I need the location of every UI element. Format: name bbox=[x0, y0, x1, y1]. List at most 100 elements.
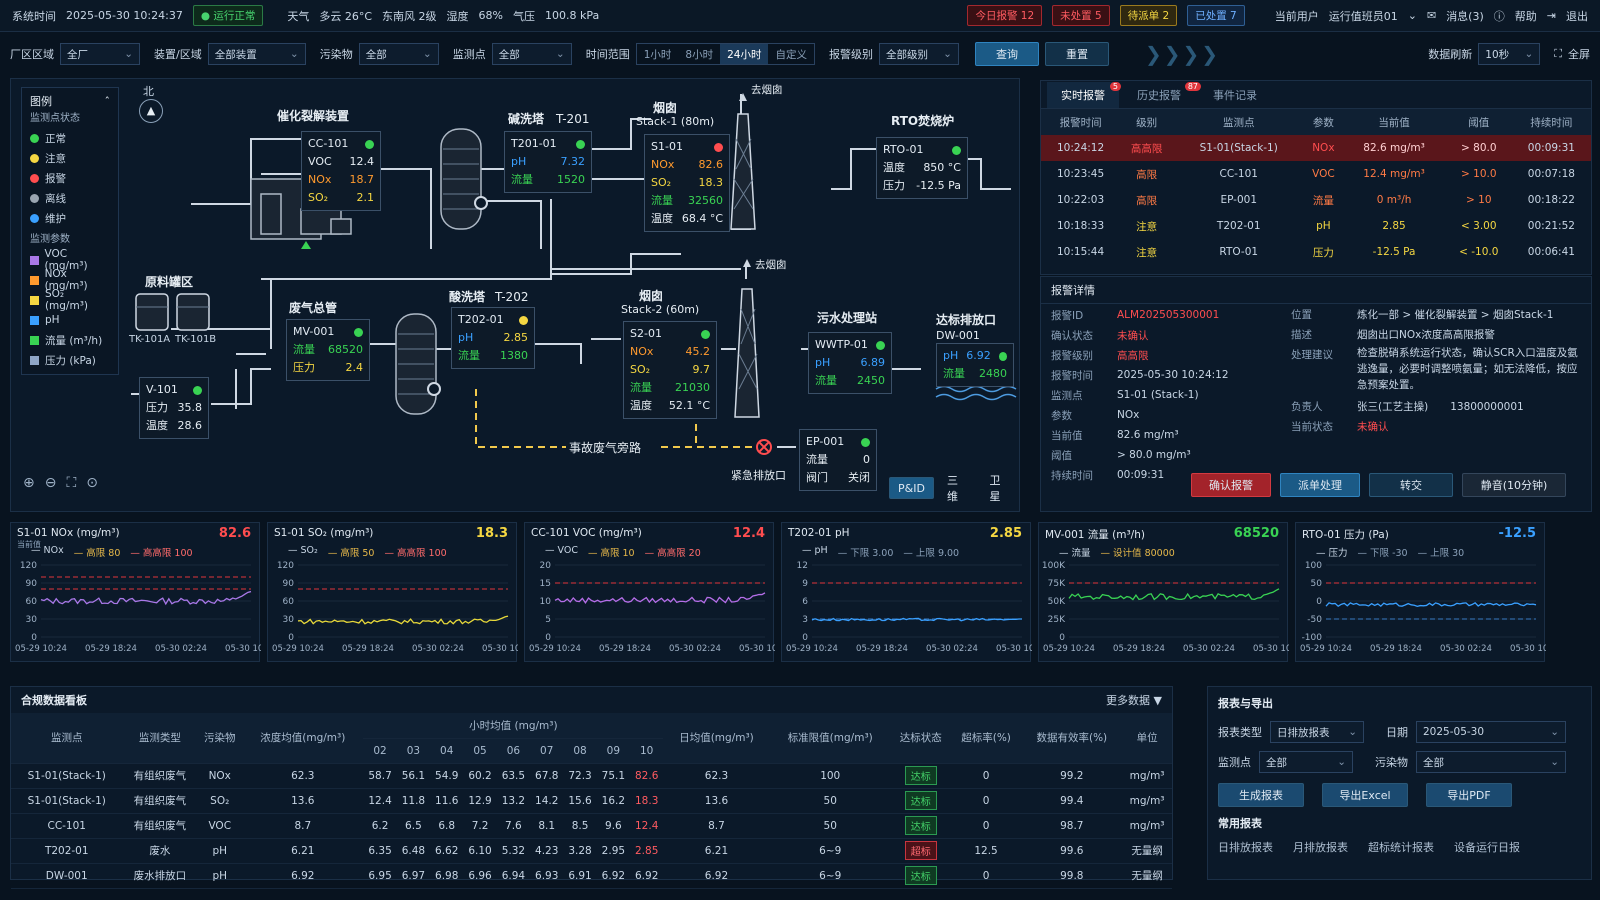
param: 温度 bbox=[146, 419, 168, 432]
alarm-row[interactable]: 10:22:03 高限 EP-001 流量 0 m³/h > 10 00:18:22 bbox=[1041, 187, 1591, 213]
table-row[interactable]: S1-01(Stack-1) 有组织废气 NOx 62.3 58.7 56.1 54.9 60… bbox=[11, 763, 1172, 789]
instrument-mv001[interactable]: MV-001 流量 68520 压力 2.4 bbox=[286, 319, 370, 381]
cell: 6.92 bbox=[242, 863, 364, 889]
table-row[interactable]: DW-001 废水排放口 pH 6.92 6.95 6.97 6.98 6.96 6.94 6.9… bbox=[11, 863, 1172, 889]
zoom-in-icon[interactable]: ⊕ bbox=[23, 475, 35, 491]
instrument-cc101[interactable]: CC-101 VOC 12.4 NOx 18.7 SO₂ 2.1 bbox=[301, 131, 381, 211]
fullscreen-icon[interactable]: ⛶ bbox=[1554, 47, 1562, 61]
reset-button[interactable]: 重置 bbox=[1044, 42, 1109, 66]
alarm-row[interactable]: 10:18:33 注意 T202-01 pH 2.85 < 3.00 00:21:52 bbox=[1041, 213, 1591, 239]
report-link-equipment[interactable]: 设备运行日报 bbox=[1454, 839, 1520, 855]
trend-legend-item: — 流量 bbox=[1059, 548, 1091, 559]
date-input[interactable]: 2025-05-30 bbox=[1416, 721, 1566, 743]
y-tick-label: 0 bbox=[1316, 597, 1322, 607]
user-menu[interactable]: 运行值班员01 bbox=[1329, 8, 1398, 24]
col-header: 浓度均值(mg/m³) bbox=[242, 713, 364, 764]
report-title: 报表与导出 bbox=[1218, 697, 1273, 710]
instrument-v101[interactable]: V-101 压力 35.8 温度 28.6 bbox=[139, 377, 209, 439]
instrument-dw001[interactable]: pH 6.92 流量 2480 bbox=[936, 343, 1014, 387]
instrument-wwtp01[interactable]: WWTP-01 pH 6.89 流量 2450 bbox=[808, 332, 892, 394]
search-zoom-icon[interactable]: ⊙ bbox=[86, 475, 98, 491]
transfer-button[interactable]: 转交 bbox=[1369, 473, 1453, 497]
alarm-today-badge[interactable]: 今日报警 12 bbox=[967, 5, 1043, 26]
tab-event-log[interactable]: 事件记录 bbox=[1199, 82, 1271, 108]
value: 52.1 °C bbox=[668, 399, 710, 412]
export-excel-button[interactable]: 导出Excel bbox=[1322, 783, 1408, 807]
alarm-cell: 高高限 bbox=[1130, 142, 1163, 155]
alarm-table: 报警时间 级别 监测点 参数 当前值 阈值 持续时间 10:24:12 高高限 S1-01(St… bbox=[1041, 109, 1591, 265]
trend-chart[interactable]: CC-101 VOC (mg/m³) 12.4 — VOC — 高限 10 — 高高限 … bbox=[524, 522, 775, 662]
y-tick-label: 15 bbox=[540, 579, 551, 589]
fullscreen-button[interactable]: 全屏 bbox=[1568, 46, 1590, 62]
instrument-rto01[interactable]: RTO-01 温度 850 °C 压力 -12.5 Pa bbox=[876, 137, 968, 199]
zoom-out-icon[interactable]: ⊖ bbox=[45, 475, 57, 491]
value: 21030 bbox=[675, 381, 710, 394]
time-1h[interactable]: 1小时 bbox=[637, 44, 679, 64]
detail-field-value: ALM202505300001 bbox=[1117, 309, 1220, 321]
messages-link[interactable]: 消息(3) bbox=[1446, 8, 1484, 24]
dispatch-button[interactable]: 派单处理 bbox=[1280, 473, 1360, 497]
param: 阀门 bbox=[806, 471, 828, 484]
tab-history-alarm[interactable]: 历史报警 87 bbox=[1123, 81, 1201, 108]
alarm-row[interactable]: 10:24:12 高高限 S1-01(Stack-1) NOx 82.6 mg/m³ > … bbox=[1041, 135, 1591, 161]
instrument-s101[interactable]: S1-01 NOx 82.6 SO₂ 18.3 流量 32560 温度 68.4 °C bbox=[644, 134, 730, 232]
report-type-select[interactable]: 日排放报表 bbox=[1270, 721, 1364, 743]
table-row[interactable]: CC-101 有组织废气 VOC 8.7 6.2 6.5 6.8 7.2 7.6 8.1 8.5 9.… bbox=[11, 813, 1172, 839]
tab-realtime-alarm[interactable]: 实时报警 5 bbox=[1047, 81, 1121, 108]
time-24h[interactable]: 24小时 bbox=[720, 44, 769, 64]
chevron-down-icon[interactable]: ⌄ bbox=[1408, 9, 1417, 22]
alarm-row[interactable]: 10:15:44 注意 RTO-01 压力 -12.5 Pa < -10.0 00:06:4… bbox=[1041, 239, 1591, 265]
mute-button[interactable]: 静音(10分钟) bbox=[1462, 473, 1566, 497]
message-icon[interactable]: ✉ bbox=[1427, 9, 1436, 22]
confirm-alarm-button[interactable]: 确认报警 bbox=[1191, 473, 1271, 497]
level-select[interactable]: 全部级别 bbox=[878, 43, 959, 65]
area-select[interactable]: 全厂 bbox=[60, 43, 140, 65]
instrument-ep001[interactable]: EP-001 流量 0 阀门 关闭 bbox=[799, 429, 877, 491]
trend-chart[interactable]: RTO-01 压力 (Pa) -12.5 — 压力 — 下限 -30 — 上限 30 10… bbox=[1295, 522, 1546, 662]
instrument-t201[interactable]: T201-01 pH 7.32 流量 1520 bbox=[504, 131, 592, 193]
hour-cell: 54.9 bbox=[430, 763, 464, 789]
table-row[interactable]: T202-01 废水 pH 6.21 6.35 6.48 6.62 6.10 5.32 4.23 3… bbox=[11, 838, 1172, 864]
trend-chart[interactable]: MV-001 流量 (m³/h) 68520 — 流量 — 设计值 80000 100K… bbox=[1038, 522, 1289, 662]
export-pdf-button[interactable]: 导出PDF bbox=[1426, 783, 1512, 807]
time-8h[interactable]: 8小时 bbox=[678, 44, 720, 64]
fit-icon[interactable]: ⛶ bbox=[66, 475, 76, 491]
instrument-s201[interactable]: S2-01 NOx 45.2 SO₂ 9.7 流量 21030 温度 52.1 °C bbox=[623, 321, 717, 419]
status-dot bbox=[861, 437, 870, 447]
help-link[interactable]: 帮助 bbox=[1515, 8, 1537, 24]
logout-icon[interactable]: ⇥ bbox=[1547, 9, 1556, 22]
help-icon[interactable]: ⓘ bbox=[1494, 8, 1505, 24]
logout-link[interactable]: 退出 bbox=[1566, 8, 1588, 24]
cell: 6.21 bbox=[242, 838, 364, 864]
report-link-exceed[interactable]: 超标统计报表 bbox=[1368, 839, 1434, 855]
detail-field-label: 参数 bbox=[1051, 409, 1072, 422]
point-select[interactable]: 全部 bbox=[491, 43, 572, 65]
view-satellite-button[interactable]: 卫星 bbox=[980, 474, 1019, 503]
report-point-select[interactable]: 全部 bbox=[1259, 751, 1353, 773]
pending-badge[interactable]: 待派单 2 bbox=[1119, 5, 1178, 26]
generate-report-button[interactable]: 生成报表 bbox=[1218, 783, 1304, 807]
trend-legend: — VOC — 高限 10 — 高高限 20 bbox=[545, 545, 701, 559]
query-button[interactable]: 查询 bbox=[974, 42, 1039, 66]
time-custom[interactable]: 自定义 bbox=[768, 44, 814, 64]
report-link-daily[interactable]: 日排放报表 bbox=[1218, 839, 1273, 855]
report-link-monthly[interactable]: 月排放报表 bbox=[1293, 839, 1348, 855]
hour-cell: 11.6 bbox=[430, 788, 464, 814]
trend-chart[interactable]: S1-01 NOx (mg/m³) 82.6 当前值 — NOx — 高限 80— 高高… bbox=[10, 522, 261, 662]
instrument-t202[interactable]: T202-01 pH 2.85 流量 1380 bbox=[451, 307, 535, 369]
view-3d-button[interactable]: 三维 bbox=[938, 474, 977, 503]
trend-chart[interactable]: S1-01 SO₂ (mg/m³) 18.3 — SO₂ — 高限 50 — 高高限 1… bbox=[267, 522, 518, 662]
more-data-link[interactable]: 更多数据 ▼ bbox=[1106, 692, 1162, 708]
table-row[interactable]: S1-01(Stack-1) 有组织废气 SO₂ 13.6 12.4 11.8 11.6 12… bbox=[11, 788, 1172, 814]
trend-current-value: 2.85 bbox=[989, 526, 1022, 541]
unit-select[interactable]: 全部装置 bbox=[207, 43, 306, 65]
x-tick-label: 05-29 18:24 bbox=[1370, 644, 1422, 654]
trend-chart[interactable]: T202-01 pH 2.85 — pH — 下限 3.00 — 上限 9.00 12 9 6… bbox=[781, 522, 1032, 662]
view-pid-button[interactable]: P&ID bbox=[889, 477, 934, 499]
unhandled-badge[interactable]: 未处置 5 bbox=[1052, 5, 1110, 26]
report-pol-select[interactable]: 全部 bbox=[1416, 751, 1566, 773]
alarm-row[interactable]: 10:23:45 高限 CC-101 VOC 12.4 mg/m³ > 10.0 00:07… bbox=[1041, 161, 1591, 187]
refresh-select[interactable]: 10秒 bbox=[1478, 43, 1541, 65]
handled-badge[interactable]: 已处置 7 bbox=[1187, 5, 1245, 26]
pollutant-select[interactable]: 全部 bbox=[358, 43, 439, 65]
